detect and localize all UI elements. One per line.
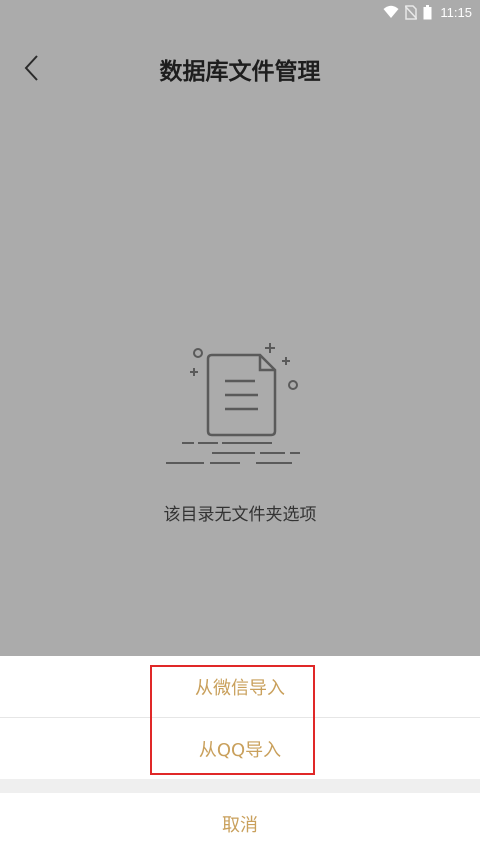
action-sheet: 从微信导入 从QQ导入 取消 xyxy=(0,656,480,854)
battery-icon xyxy=(423,4,432,19)
import-from-wechat-button[interactable]: 从微信导入 xyxy=(0,656,480,717)
page-title: 数据库文件管理 xyxy=(159,59,321,85)
no-sim-icon xyxy=(405,4,418,20)
empty-file-icon xyxy=(166,343,300,464)
cancel-button[interactable]: 取消 xyxy=(0,793,480,854)
wifi-icon xyxy=(383,5,399,18)
status-icons: 11:15 xyxy=(383,3,472,21)
status-bar: 11:15 xyxy=(0,0,480,24)
empty-state: 该目录无文件夹选项 xyxy=(0,335,480,535)
import-from-qq-button[interactable]: 从QQ导入 xyxy=(0,718,480,779)
navigation-bar: 数据库文件管理 xyxy=(0,24,480,114)
status-time: 11:15 xyxy=(440,4,472,20)
sheet-separator xyxy=(0,779,480,793)
empty-message: 该目录无文件夹选项 xyxy=(163,505,317,525)
